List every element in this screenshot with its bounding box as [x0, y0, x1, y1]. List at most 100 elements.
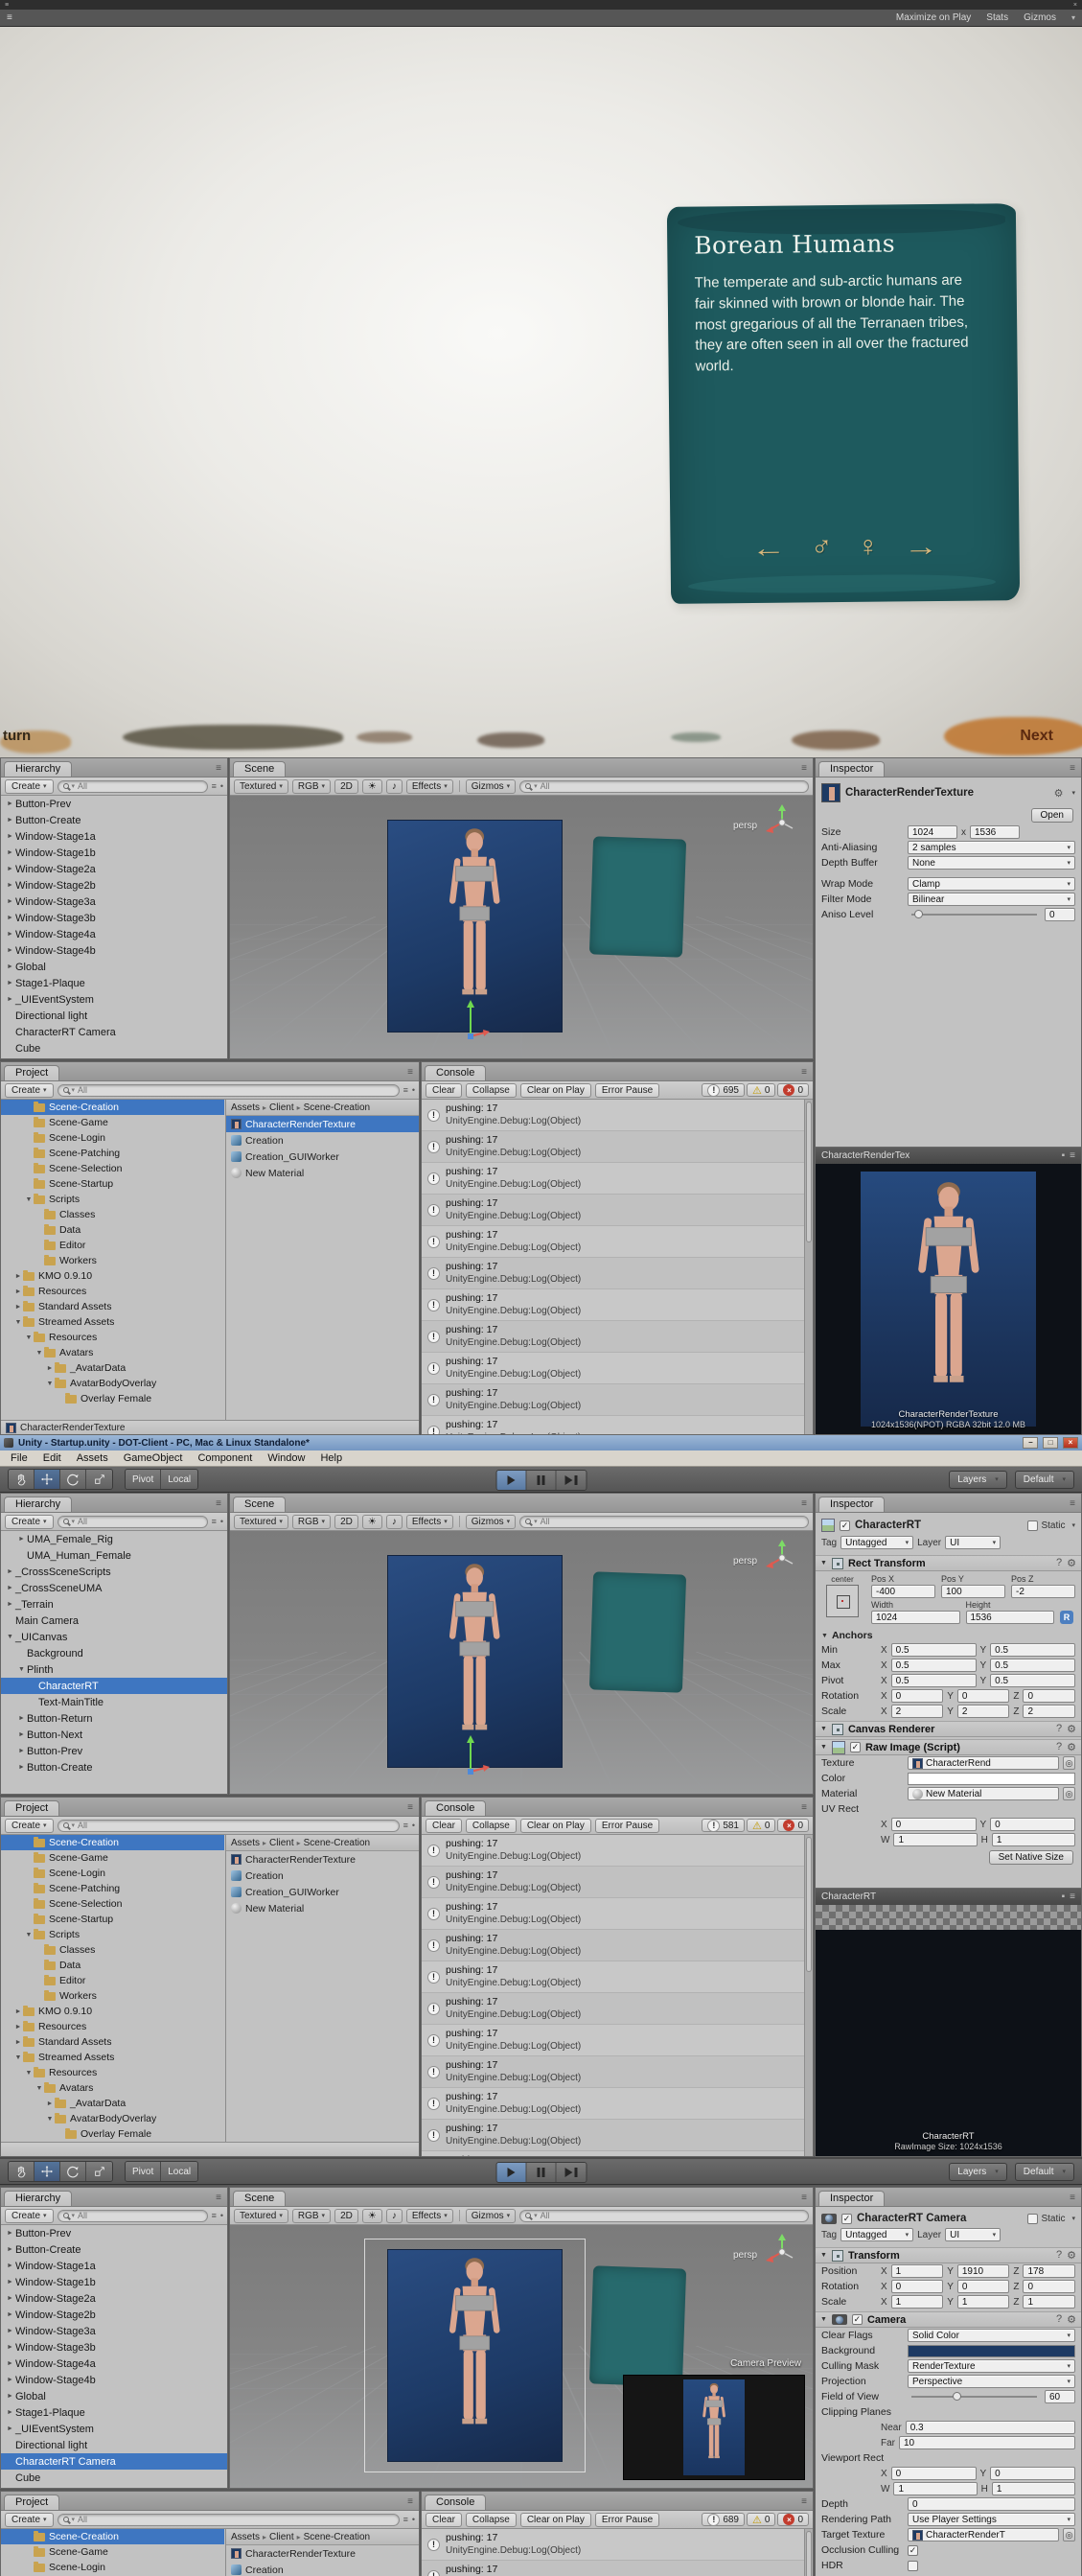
effects-dropdown[interactable]: Effects ▾ [405, 2208, 453, 2223]
hierarchy-item-uma-female-rig[interactable]: ► UMA_Female_Rig [1, 1531, 227, 1547]
asset-item-new-material[interactable]: New Material [226, 1900, 419, 1916]
audio-toggle-icon[interactable]: ♪ [385, 1514, 403, 1529]
active-checkbox[interactable]: ✓ [840, 1520, 850, 1531]
hierarchy-item-uma-human-female[interactable]: UMA_Human_Female [1, 1547, 227, 1564]
warning-count-badge[interactable]: ⚠ 0 [747, 1083, 776, 1097]
rendering-path-dropdown[interactable]: Use Player Settings ▾ [908, 2513, 1075, 2526]
hierarchy-item-text-maintitle[interactable]: Text-MainTitle [1, 1694, 227, 1710]
console-tab[interactable]: Console [425, 2495, 487, 2510]
warning-count-badge[interactable]: ⚠ 0 [747, 1819, 776, 1832]
hierarchy-item-background[interactable]: Background [1, 1645, 227, 1661]
expand-arrow-icon[interactable]: ► [5, 947, 15, 954]
move-tool-button[interactable] [35, 1470, 60, 1489]
project-folder-scene-login[interactable]: Scene-Login [1, 2560, 224, 2575]
scrollbar-thumb[interactable] [806, 2531, 812, 2576]
scene-search-input[interactable]: ▾ All [519, 779, 809, 793]
console-scrollbar[interactable] [804, 1835, 813, 2156]
scale-tool-button[interactable] [86, 2162, 112, 2181]
project-folder-classes[interactable]: Classes [1, 1207, 224, 1222]
breadcrumb-item[interactable]: Scene-Creation [304, 2532, 370, 2542]
create-button[interactable]: Create ▾ [5, 2512, 54, 2527]
console-tab[interactable]: Console [425, 1065, 487, 1080]
console-log-entry[interactable]: !pushing: 17UnityEngine.Debug:Log(Object… [422, 2025, 804, 2056]
panel-menu-icon[interactable]: ≡ [407, 2496, 413, 2507]
hierarchy-item-window-stage2a[interactable]: ► Window-Stage2a [1, 2290, 227, 2307]
expand-arrow-icon[interactable]: ► [16, 1731, 27, 1738]
create-button[interactable]: Create ▾ [5, 1514, 54, 1529]
prev-arrow-icon[interactable]: ← [751, 533, 786, 564]
console-log-entry[interactable]: !pushing: 17UnityEngine.Debug:Log(Object… [422, 1258, 804, 1289]
close-button[interactable]: × [1063, 1437, 1078, 1449]
y-input[interactable]: 0.5 [990, 1674, 1075, 1687]
gizmos-dropdown[interactable]: Gizmos ▾ [465, 1514, 517, 1529]
pause-button[interactable] [526, 1471, 556, 1490]
expand-arrow-icon[interactable]: ► [5, 882, 15, 889]
error-count-badge[interactable]: × 0 [777, 1083, 809, 1097]
expand-arrow-icon[interactable]: ▼ [35, 2085, 44, 2092]
background-color-swatch[interactable] [908, 2344, 1075, 2357]
foldout-arrow-icon[interactable]: ▼ [820, 1726, 827, 1732]
scene-viewport[interactable]: persp [230, 796, 813, 1058]
hierarchy-item-button-next[interactable]: ► Button-Next [1, 1727, 227, 1743]
hierarchy-item-terrain[interactable]: ► _Terrain [1, 1596, 227, 1613]
panel-menu-icon[interactable]: ≡ [216, 1498, 221, 1509]
project-folder-avatardata[interactable]: ► _AvatarData [1, 2096, 224, 2111]
console-log-entry[interactable]: !pushing: 17UnityEngine.Debug:Log(Object… [422, 1100, 804, 1131]
anchor-widget-icon[interactable] [826, 1585, 859, 1617]
project-folder-standard-assets[interactable]: ► Standard Assets [1, 2034, 224, 2050]
console-log-entry[interactable]: !pushing: 17UnityEngine.Debug:Log(Object… [422, 2151, 804, 2156]
breadcrumb-item[interactable]: Scene-Creation [304, 1838, 370, 1848]
lighting-toggle-icon[interactable]: ☀ [361, 1514, 382, 1529]
subsection-anchors[interactable]: ▼ Anchors [816, 1628, 1081, 1642]
hierarchy-item-window-stage1b[interactable]: ► Window-Stage1b [1, 2274, 227, 2290]
hierarchy-item-window-stage3a[interactable]: ► Window-Stage3a [1, 893, 227, 910]
project-folder-overlay-female[interactable]: Overlay Female [1, 2126, 224, 2142]
lock-icon[interactable]: • [412, 1085, 415, 1095]
maximize-on-play-button[interactable]: Maximize on Play [896, 12, 971, 23]
hierarchy-item-main-camera[interactable]: Main Camera [1, 1613, 227, 1629]
expand-arrow-icon[interactable]: ▼ [16, 1666, 27, 1673]
breadcrumb-item[interactable]: Assets [231, 1102, 260, 1113]
orientation-gizmo[interactable] [761, 1539, 803, 1580]
scene-tab[interactable]: Scene [233, 1497, 287, 1512]
lock-icon[interactable]: • [220, 781, 223, 791]
console-log-entry[interactable]: !pushing: 17UnityEngine.Debug:Log(Object… [422, 1163, 804, 1195]
expand-arrow-icon[interactable]: ▼ [24, 1334, 34, 1341]
width-input[interactable]: 1024 [871, 1611, 960, 1624]
console-log-entry[interactable]: !pushing: 17UnityEngine.Debug:Log(Object… [422, 1384, 804, 1416]
hierarchy-item-window-stage1a[interactable]: ► Window-Stage1a [1, 828, 227, 845]
asset-item-creation[interactable]: Creation [226, 1132, 419, 1149]
column-view-icon[interactable]: ≡ [212, 781, 217, 791]
project-folder-kmo-0-9-10[interactable]: ► KMO 0.9.10 [1, 2004, 224, 2019]
scale-x-input[interactable]: 2 [890, 1705, 944, 1718]
position-x-input[interactable]: 1 [890, 2264, 944, 2278]
project-search-input[interactable]: ▾ All [57, 1819, 400, 1832]
menu-edit[interactable]: Edit [35, 1452, 69, 1464]
console-collapse-button[interactable]: Collapse [465, 1082, 517, 1098]
expand-arrow-icon[interactable]: ▼ [24, 1196, 34, 1203]
expand-arrow-icon[interactable]: ► [5, 980, 15, 986]
expand-arrow-icon[interactable]: ► [45, 2100, 55, 2107]
expand-arrow-icon[interactable]: ► [5, 996, 15, 1003]
field-of-view-slider[interactable] [911, 2392, 1037, 2401]
project-search-input[interactable]: ▾ All [57, 1083, 400, 1097]
scale-z-input[interactable]: 1 [1023, 2295, 1075, 2309]
expand-arrow-icon[interactable]: ► [5, 2246, 15, 2253]
console-scrollbar[interactable] [804, 1100, 813, 1434]
column-view-icon[interactable]: ≡ [403, 1821, 408, 1830]
asset-item-creation-guiworker[interactable]: Creation_GUIWorker [226, 1884, 419, 1900]
lighting-toggle-icon[interactable]: ☀ [361, 778, 382, 794]
hierarchy-item-stage1-plaque[interactable]: ► Stage1-Plaque [1, 2404, 227, 2421]
static-checkbox[interactable] [1027, 2213, 1039, 2224]
panel-menu-icon[interactable]: ≡ [216, 2193, 221, 2203]
expand-arrow-icon[interactable]: ► [5, 915, 15, 921]
panel-menu-icon[interactable]: ≡ [801, 1498, 807, 1509]
h-input[interactable]: 1 [991, 1833, 1075, 1846]
lighting-toggle-icon[interactable]: ☀ [361, 2208, 382, 2223]
breadcrumb-item[interactable]: Client [269, 2532, 294, 2542]
window-titlebar[interactable]: Unity - Startup.unity - DOT-Client - PC,… [0, 1435, 1082, 1450]
column-view-icon[interactable]: ≡ [403, 2515, 408, 2524]
w-input[interactable]: 1 [893, 2482, 978, 2495]
move-tool-button[interactable] [35, 2162, 60, 2181]
expand-arrow-icon[interactable]: ► [16, 1536, 27, 1543]
